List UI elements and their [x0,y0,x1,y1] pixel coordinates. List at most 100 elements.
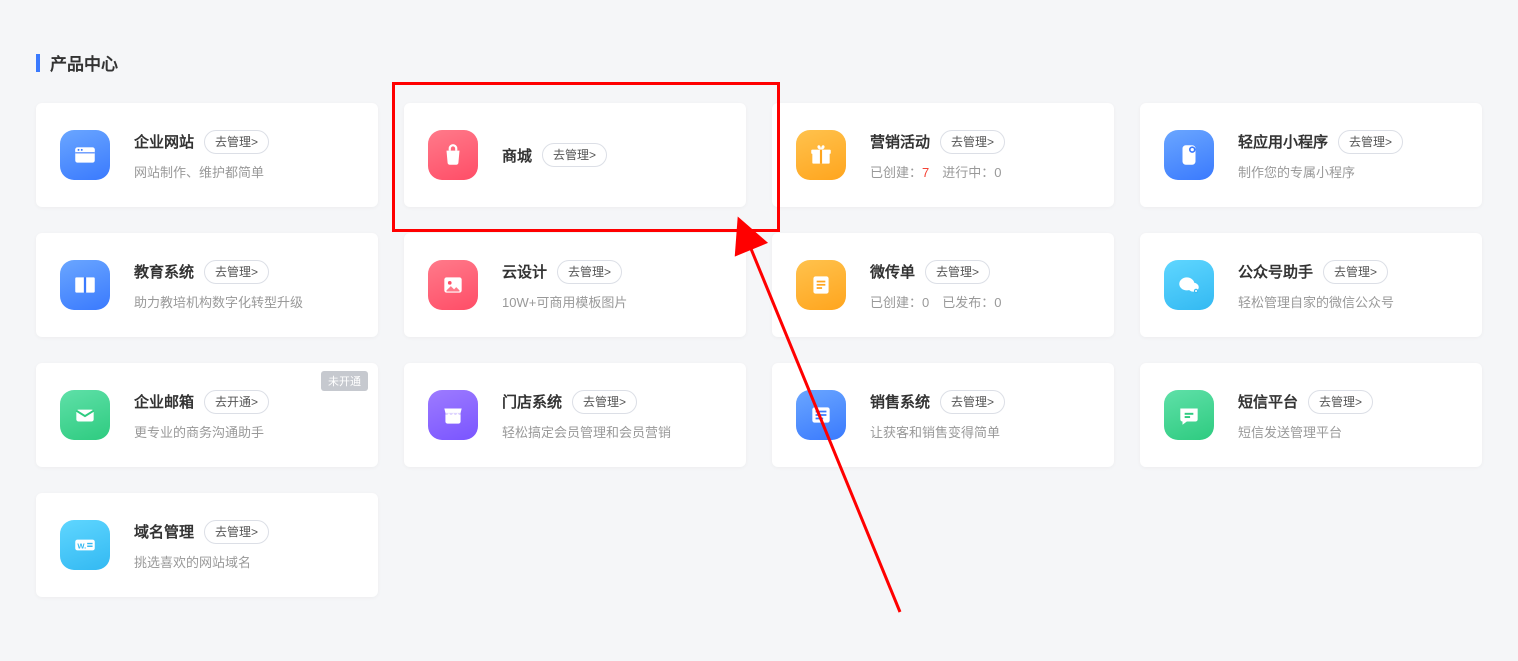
card-body: 公众号助手去管理> 轻松管理自家的微信公众号 [1238,260,1458,311]
product-card-miniapp[interactable]: 轻应用小程序去管理> 制作您的专属小程序 [1140,103,1482,207]
card-body: 销售系统去管理> 让获客和销售变得简单 [870,390,1090,441]
product-card-marketing[interactable]: 营销活动去管理> 已创建：7 进行中：0 [772,103,1114,207]
product-card-wechat[interactable]: 公众号助手去管理> 轻松管理自家的微信公众号 [1140,233,1482,337]
card-title: 教育系统 [134,261,194,282]
mail-action-button[interactable]: 去开通> [204,390,269,414]
product-card-sms[interactable]: 短信平台去管理> 短信发送管理平台 [1140,363,1482,467]
card-body: 微传单去管理>已创建：0 已发布：0 [870,260,1090,311]
stat-running-label: 进行中： [942,165,994,180]
product-card-design[interactable]: 云设计去管理> 10W+可商用模板图片 [404,233,746,337]
card-subtitle: 挑选喜欢的网站域名 [134,552,354,571]
stat-created-label: 已创建： [870,165,922,180]
card-title: 公众号助手 [1238,261,1313,282]
list-icon [796,390,846,440]
card-body: 企业网站去管理> 网站制作、维护都简单 [134,130,354,181]
book-icon [60,260,110,310]
card-title: 微传单 [870,261,915,282]
product-card-mall[interactable]: 商城去管理> [404,103,746,207]
card-title: 轻应用小程序 [1238,131,1328,152]
store-action-button[interactable]: 去管理> [572,390,637,414]
card-subtitle: 更专业的商务沟通助手 [134,422,354,441]
bag-icon [428,130,478,180]
stat-running-label: 已发布： [942,295,994,310]
mail-icon [60,390,110,440]
stat-created-label: 已创建： [870,295,922,310]
marketing-action-button[interactable]: 去管理> [940,130,1005,154]
flyer-action-button[interactable]: 去管理> [925,260,990,284]
card-title: 门店系统 [502,391,562,412]
site-action-button[interactable]: 去管理> [204,130,269,154]
gift-icon [796,130,846,180]
card-title: 企业网站 [134,131,194,152]
chat-icon [1164,390,1214,440]
card-head: 商城去管理> [502,143,722,167]
wechat-icon [1164,260,1214,310]
card-body: 商城去管理> [502,143,722,167]
card-body: 企业邮箱去开通> 更专业的商务沟通助手 [134,390,354,441]
product-card-store[interactable]: 门店系统去管理> 轻松搞定会员管理和会员营销 [404,363,746,467]
card-title: 企业邮箱 [134,391,194,412]
section-title-text: 产品中心 [50,50,118,75]
edu-action-button[interactable]: 去管理> [204,260,269,284]
stat-running-value: 0 [994,295,1001,310]
card-head: 云设计去管理> [502,260,722,284]
card-head: 教育系统去管理> [134,260,354,284]
card-head: 企业网站去管理> [134,130,354,154]
design-action-button[interactable]: 去管理> [557,260,622,284]
card-subtitle: 短信发送管理平台 [1238,422,1458,441]
card-head: 轻应用小程序去管理> [1238,130,1458,154]
card-stats: 已创建：7 进行中：0 [870,162,1090,181]
product-card-flyer[interactable]: 微传单去管理>已创建：0 已发布：0 [772,233,1114,337]
domain-icon [60,520,110,570]
card-subtitle: 助力教培机构数字化转型升级 [134,292,354,311]
card-title: 营销活动 [870,131,930,152]
card-subtitle: 10W+可商用模板图片 [502,292,722,311]
card-body: 轻应用小程序去管理> 制作您的专属小程序 [1238,130,1458,181]
product-card-sales[interactable]: 销售系统去管理> 让获客和销售变得简单 [772,363,1114,467]
product-card-edu[interactable]: 教育系统去管理> 助力教培机构数字化转型升级 [36,233,378,337]
card-body: 云设计去管理> 10W+可商用模板图片 [502,260,722,311]
card-head: 短信平台去管理> [1238,390,1458,414]
card-title: 云设计 [502,261,547,282]
card-subtitle: 制作您的专属小程序 [1238,162,1458,181]
sales-action-button[interactable]: 去管理> [940,390,1005,414]
card-subtitle: 轻松搞定会员管理和会员营销 [502,422,722,441]
card-body: 门店系统去管理> 轻松搞定会员管理和会员营销 [502,390,722,441]
card-body: 教育系统去管理> 助力教培机构数字化转型升级 [134,260,354,311]
card-stats: 已创建：0 已发布：0 [870,292,1090,311]
status-badge: 未开通 [321,371,368,391]
card-head: 销售系统去管理> [870,390,1090,414]
title-accent-bar [36,54,40,72]
page-icon [796,260,846,310]
card-body: 域名管理去管理> 挑选喜欢的网站域名 [134,520,354,571]
card-head: 企业邮箱去开通> [134,390,354,414]
card-head: 营销活动去管理> [870,130,1090,154]
mall-action-button[interactable]: 去管理> [542,143,607,167]
card-body: 营销活动去管理> 已创建：7 进行中：0 [870,130,1090,181]
sms-action-button[interactable]: 去管理> [1308,390,1373,414]
phone-icon [1164,130,1214,180]
stat-running-value: 0 [994,165,1001,180]
store-icon [428,390,478,440]
card-title: 域名管理 [134,521,194,542]
card-subtitle: 网站制作、维护都简单 [134,162,354,181]
card-head: 域名管理去管理> [134,520,354,544]
card-subtitle: 轻松管理自家的微信公众号 [1238,292,1458,311]
card-head: 公众号助手去管理> [1238,260,1458,284]
product-card-domain[interactable]: 域名管理去管理> 挑选喜欢的网站域名 [36,493,378,597]
product-card-mail[interactable]: 企业邮箱去开通> 更专业的商务沟通助手 未开通 [36,363,378,467]
domain-action-button[interactable]: 去管理> [204,520,269,544]
card-body: 短信平台去管理> 短信发送管理平台 [1238,390,1458,441]
miniapp-action-button[interactable]: 去管理> [1338,130,1403,154]
wechat-action-button[interactable]: 去管理> [1323,260,1388,284]
card-head: 门店系统去管理> [502,390,722,414]
card-head: 微传单去管理> [870,260,1090,284]
window-icon [60,130,110,180]
card-title: 短信平台 [1238,391,1298,412]
product-card-site[interactable]: 企业网站去管理> 网站制作、维护都简单 [36,103,378,207]
product-cards-grid: 企业网站去管理>网站制作、维护都简单商城去管理>营销活动去管理>已创建：7 进行… [36,103,1482,597]
card-subtitle: 让获客和销售变得简单 [870,422,1090,441]
card-title: 销售系统 [870,391,930,412]
section-title: 产品中心 [36,50,1482,75]
image-icon [428,260,478,310]
